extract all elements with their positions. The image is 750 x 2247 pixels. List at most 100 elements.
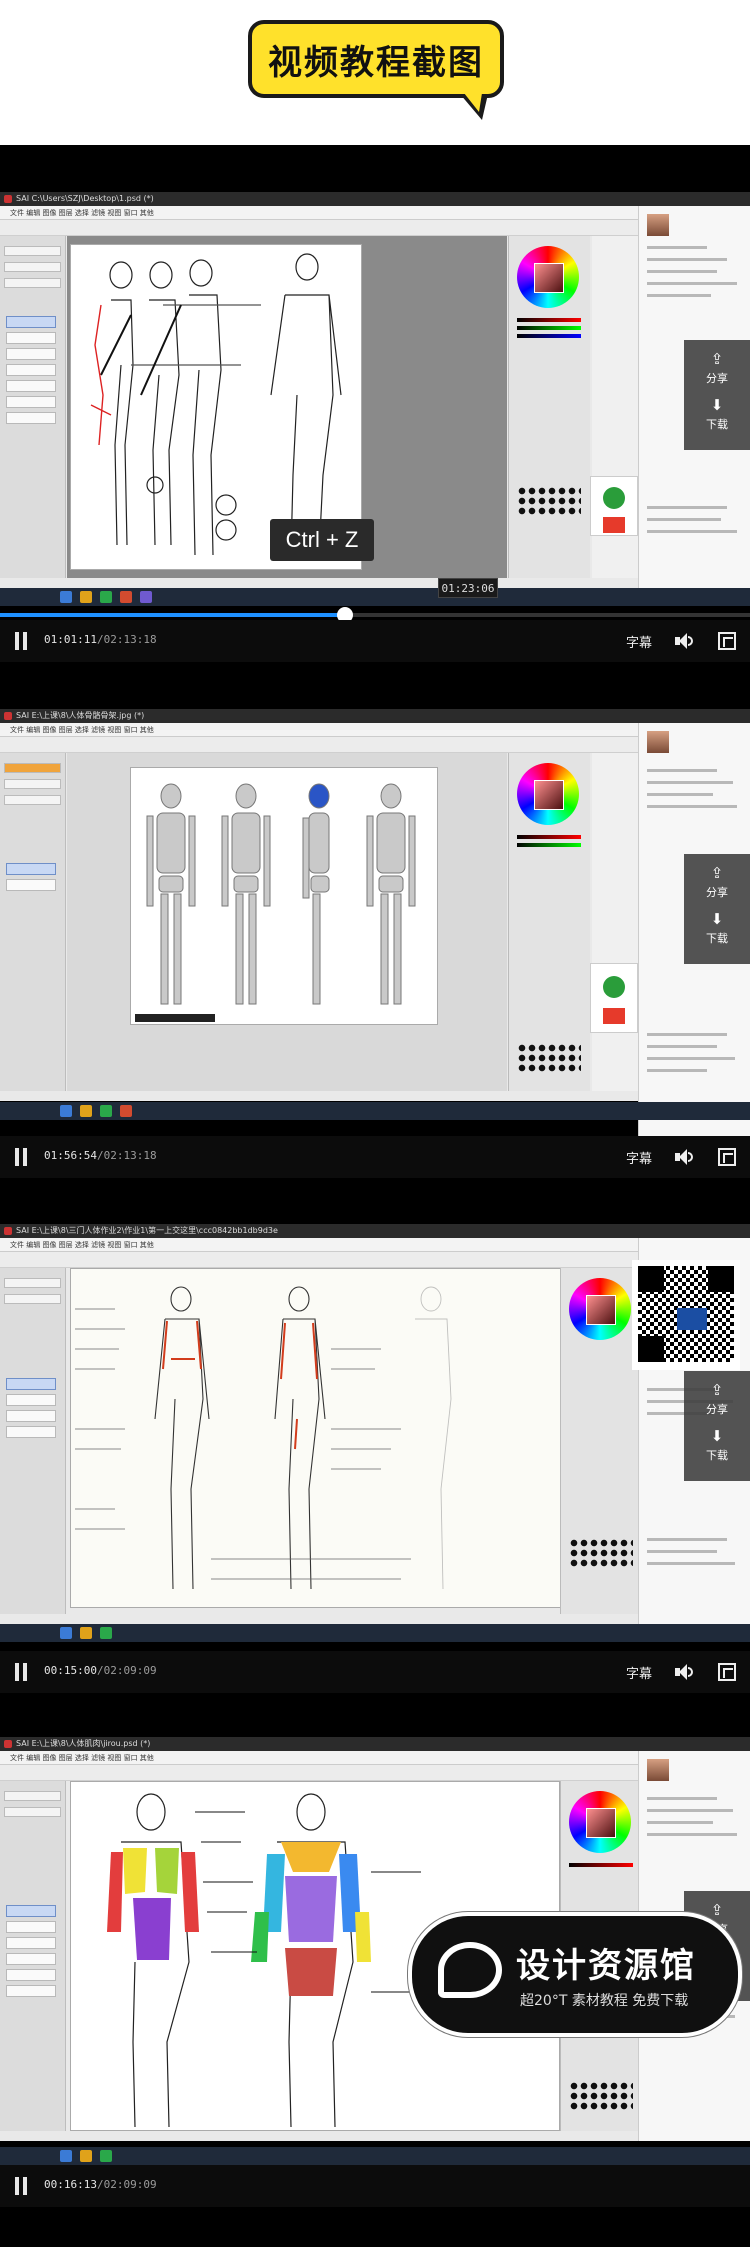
share-button[interactable]: 分享 (684, 884, 750, 900)
layer-item[interactable] (6, 1921, 56, 1933)
color-wheel[interactable] (517, 246, 579, 308)
captions-button[interactable]: 字幕 (626, 632, 652, 651)
pause-button[interactable] (14, 2177, 28, 2195)
volume-icon[interactable] (674, 632, 693, 650)
layer-item[interactable] (6, 380, 56, 392)
color-panel[interactable] (508, 753, 590, 1091)
color-slider[interactable] (517, 318, 581, 322)
watermark-logo: 设计资源馆 超20°T 素材教程 免费下载 (408, 1912, 742, 2037)
tool-panel[interactable] (0, 1781, 66, 2131)
download-button[interactable]: 下载 (684, 416, 750, 432)
tool-panel[interactable] (0, 753, 66, 1091)
download-widget[interactable] (590, 963, 638, 1033)
share-icon[interactable]: ⇪ (684, 864, 750, 882)
toolbar[interactable] (0, 220, 638, 236)
pause-button[interactable] (14, 632, 28, 650)
layer-item[interactable] (6, 863, 56, 875)
fullscreen-icon[interactable] (718, 632, 736, 650)
skeleton-reference (135, 783, 416, 1022)
figure-sketch (75, 1286, 452, 1590)
download-icon[interactable]: ⬇ (684, 396, 750, 414)
download-button[interactable]: 下载 (684, 1447, 750, 1463)
brush-size-dots[interactable] (569, 2081, 633, 2111)
watermark-tagline: 超20°T 素材教程 免费下载 (520, 1993, 689, 2009)
download-button[interactable]: 下载 (684, 930, 750, 946)
captions-button[interactable]: 字幕 (626, 1663, 652, 1682)
layer-item[interactable] (6, 1969, 56, 1981)
captions-button[interactable]: 字幕 (626, 1148, 652, 1167)
toolbar[interactable] (0, 737, 638, 753)
qr-code (632, 1260, 740, 1370)
time-display: 01:01:11/02:13:18 (44, 633, 157, 646)
layer-item[interactable] (6, 1937, 56, 1949)
color-panel[interactable] (508, 236, 590, 578)
layer-item[interactable] (6, 348, 56, 360)
fullscreen-icon[interactable] (718, 1148, 736, 1166)
badge-tail-fill (464, 93, 482, 112)
layer-item[interactable] (6, 1905, 56, 1917)
video-frame-2: SAI E:\上课\8\人体骨骼骨架.jpg (*) 文件 编辑 图像 图层 选… (0, 662, 750, 1178)
share-button[interactable]: 分享 (684, 1401, 750, 1417)
color-slider[interactable] (517, 835, 581, 839)
video-frame-3: SAI E:\上课\8\三门人体作业2\作业1\第一上交这里\ccc0842bb… (0, 1178, 750, 1693)
total-time: /02:13:18 (96, 1149, 157, 1162)
color-slider[interactable] (569, 1863, 633, 1867)
layer-item[interactable] (6, 1394, 56, 1406)
download-icon[interactable]: ⬇ (684, 1427, 750, 1445)
color-slider[interactable] (517, 843, 581, 847)
volume-icon[interactable] (674, 1663, 693, 1681)
layer-item[interactable] (6, 332, 56, 344)
color-wheel[interactable] (517, 763, 579, 825)
menu-bar[interactable]: 文件 编辑 图像 图层 选择 滤镜 视图 窗口 其他 (0, 1751, 638, 1765)
progress-bar[interactable] (0, 607, 750, 623)
brush-size-dots[interactable] (517, 486, 581, 516)
color-panel[interactable] (560, 1268, 638, 1614)
color-slider[interactable] (517, 334, 581, 338)
share-icon[interactable]: ⇪ (684, 350, 750, 368)
color-slider[interactable] (517, 326, 581, 330)
layer-item[interactable] (6, 1426, 56, 1438)
pause-button[interactable] (14, 1663, 28, 1681)
download-widget[interactable] (590, 476, 638, 536)
current-time: 01:56:54 (44, 1149, 97, 1162)
progress-fill (0, 613, 345, 617)
fullscreen-icon[interactable] (718, 1663, 736, 1681)
layer-item[interactable] (6, 396, 56, 408)
share-button[interactable]: 分享 (684, 370, 750, 386)
toolbar[interactable] (0, 1252, 638, 1268)
brush-size-dots[interactable] (569, 1538, 633, 1568)
volume-icon[interactable] (674, 1148, 693, 1166)
menu-bar[interactable]: 文件 编辑 图像 图层 选择 滤镜 视图 窗口 其他 (0, 723, 638, 737)
share-icon[interactable]: ⇪ (684, 1381, 750, 1399)
windows-taskbar (0, 1624, 750, 1642)
layer-item[interactable] (6, 1985, 56, 1997)
drawing-canvas[interactable] (130, 767, 438, 1025)
total-time: /02:09:09 (96, 1664, 157, 1677)
avatar (647, 214, 669, 236)
tool-panel[interactable] (0, 1268, 66, 1614)
menu-bar[interactable]: 文件 编辑 图像 图层 选择 滤镜 视图 窗口 其他 (0, 1238, 638, 1252)
download-icon[interactable]: ⬇ (684, 910, 750, 928)
layer-item[interactable] (6, 1953, 56, 1965)
window-title: SAI E:\上课\8\三门人体作业2\作业1\第一上交这里\ccc0842bb… (0, 1224, 750, 1238)
color-wheel[interactable] (569, 1791, 631, 1853)
player-controls: 01:01:11/02:13:18 字幕 (0, 620, 750, 662)
color-wheel[interactable] (569, 1278, 631, 1340)
window-title: SAI E:\上课\8\人体骨骼骨架.jpg (*) (0, 709, 750, 723)
layer-item[interactable] (6, 879, 56, 891)
drawing-canvas[interactable] (70, 1268, 570, 1608)
toolbar[interactable] (0, 1765, 638, 1781)
menu-bar[interactable]: 文件 编辑 图像 图层 选择 滤镜 视图 窗口 其他 (0, 206, 638, 220)
sai-app: 文件 编辑 图像 图层 选择 滤镜 视图 窗口 其他 (0, 723, 638, 1101)
layer-item[interactable] (6, 316, 56, 328)
brush-tools[interactable] (592, 753, 638, 1091)
layer-item[interactable] (6, 364, 56, 376)
brush-size-dots[interactable] (517, 1043, 581, 1073)
layer-item[interactable] (6, 1410, 56, 1422)
layer-item[interactable] (6, 412, 56, 424)
tool-panel[interactable] (0, 236, 66, 578)
page-header: 视频教程截图 (0, 0, 750, 145)
pause-button[interactable] (14, 1148, 28, 1166)
layer-item[interactable] (6, 1378, 56, 1390)
page-title: 视频教程截图 (268, 42, 484, 83)
